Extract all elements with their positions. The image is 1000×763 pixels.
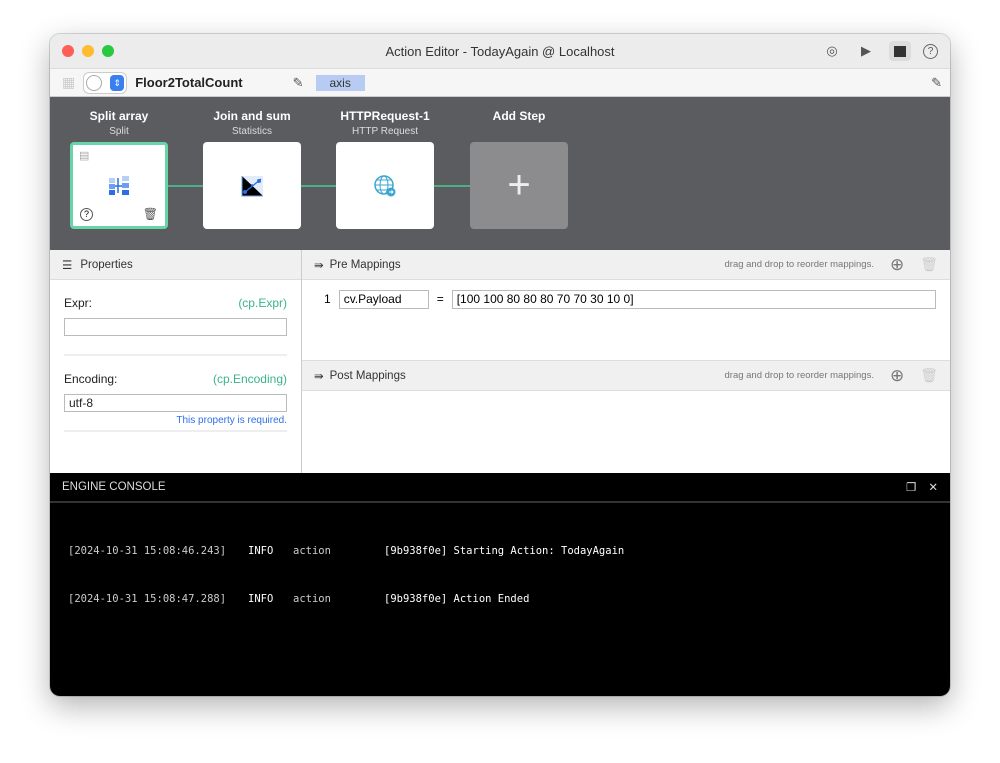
step-card-http[interactable] [336,142,434,229]
step-http-request[interactable]: HTTPRequest-1 HTTP Request [336,97,434,138]
delete-icon[interactable]: 🗑︎ [143,207,158,221]
add-step-button[interactable]: + [470,142,568,229]
console-title: ENGINE CONSOLE [62,481,166,493]
mapping-value-input[interactable]: [100 100 80 80 80 70 70 30 10 0] [451,289,936,309]
expr-key: (cp.Expr) [238,296,287,310]
inspect-icon[interactable]: ▤ [79,149,89,162]
post-mappings-title: Post Mappings [329,369,406,382]
expr-label: Expr: [64,296,93,310]
step-join-and-sum[interactable]: Join and sum Statistics [203,97,301,138]
pre-mappings-hint: drag and drop to reorder mappings. [724,259,874,270]
step-subtitle: Split [109,126,129,137]
step-title: Join and sum [213,109,291,123]
encoding-input[interactable]: utf-8 [64,394,287,412]
step-subtitle: HTTP Request [352,126,418,137]
run-icon[interactable]: ▶ [855,41,877,61]
add-mapping-icon[interactable]: ⊕ [890,366,904,386]
pre-mappings-title: Pre Mappings [329,258,401,271]
delete-mapping-icon[interactable]: 🗑︎ [920,256,938,273]
mapping-icon: ⇛ [314,259,324,272]
properties-title: Properties [80,258,133,271]
step-card-statistics[interactable] [203,142,301,229]
delete-mapping-icon[interactable]: 🗑︎ [920,367,938,384]
action-name: Floor2TotalCount [135,75,243,90]
help-icon[interactable]: ? [80,208,93,221]
chart-icon [241,175,263,196]
properties-panel: ☰ Properties Expr: (cp.Expr) Encoding: (cp.… [50,250,302,473]
engine-console: ENGINE CONSOLE ❐ ✕ [2024-10-31 15:08:46.2… [50,473,950,696]
expr-input[interactable] [64,318,287,336]
console-toggle-icon[interactable] [889,41,911,61]
tag-badge[interactable]: axis [315,74,365,91]
required-note: This property is required. [176,415,287,426]
pipeline: Split array Split ▤ ? 🗑︎ Join and sum St… [50,97,950,250]
step-split-array[interactable]: Split array Split [70,97,168,138]
globe-icon [374,174,396,196]
mapping-operator: = [436,292,444,306]
close-icon[interactable]: ✕ [928,480,938,494]
add-mapping-icon[interactable]: ⊕ [890,255,904,275]
mapping-icon: ⇛ [314,370,324,383]
step-title: Split array [89,109,149,123]
help-icon[interactable]: ? [923,43,938,59]
action-toolbar: ▦ ⇕ Floor2TotalCount ✎ axis ✎ [50,68,950,97]
log-line: [2024-10-31 15:08:46.243] INFO action [9b93… [68,545,625,557]
close-window-button[interactable] [62,45,74,57]
step-title: HTTPRequest-1 [340,109,430,123]
stepper-icon[interactable]: ⇕ [110,74,125,91]
edit-icon[interactable]: ✎ [931,75,942,91]
encoding-label: Encoding: [64,372,118,386]
step-subtitle: Statistics [231,126,272,137]
log-line: [2024-10-31 15:08:47.288] INFO action [9b93… [68,593,530,605]
window-title: Action Editor - TodayAgain @ Localhost [385,43,615,59]
split-icon [109,175,129,195]
post-mappings-header: ⇛ Post Mappings drag and drop to reorder… [302,361,950,391]
step-card-split[interactable]: ▤ ? 🗑︎ [70,142,168,229]
sliders-icon: ☰ [62,259,73,272]
post-mappings-hint: drag and drop to reorder mappings. [724,370,874,381]
title-bar: Action Editor - TodayAgain @ Localhost ◎… [50,34,950,68]
broadcast-icon[interactable]: ◎ [821,41,843,61]
plus-icon: + [507,163,531,207]
action-editor-window: Action Editor - TodayAgain @ Localhost ◎… [50,34,950,696]
step-title: Add Step [492,109,546,123]
mapping-target-input[interactable]: cv.Payload [338,289,429,309]
mapping-row: 1 cv.Payload = [100 100 80 80 80 70 70 3… [302,280,950,318]
zoom-window-button[interactable] [102,45,114,57]
edit-name-icon[interactable]: ✎ [293,75,304,91]
mapping-index: 1 [324,292,331,306]
enable-toggle[interactable]: ⇕ [83,71,128,94]
minimize-window-button[interactable] [82,45,94,57]
copy-icon[interactable]: ❐ [906,480,916,494]
calendar-icon[interactable]: ▦ [62,74,75,91]
encoding-key: (cp.Encoding) [212,372,287,386]
pre-mappings-header: ⇛ Pre Mappings drag and drop to reorder … [302,250,950,280]
step-add[interactable]: Add Step [470,97,568,124]
